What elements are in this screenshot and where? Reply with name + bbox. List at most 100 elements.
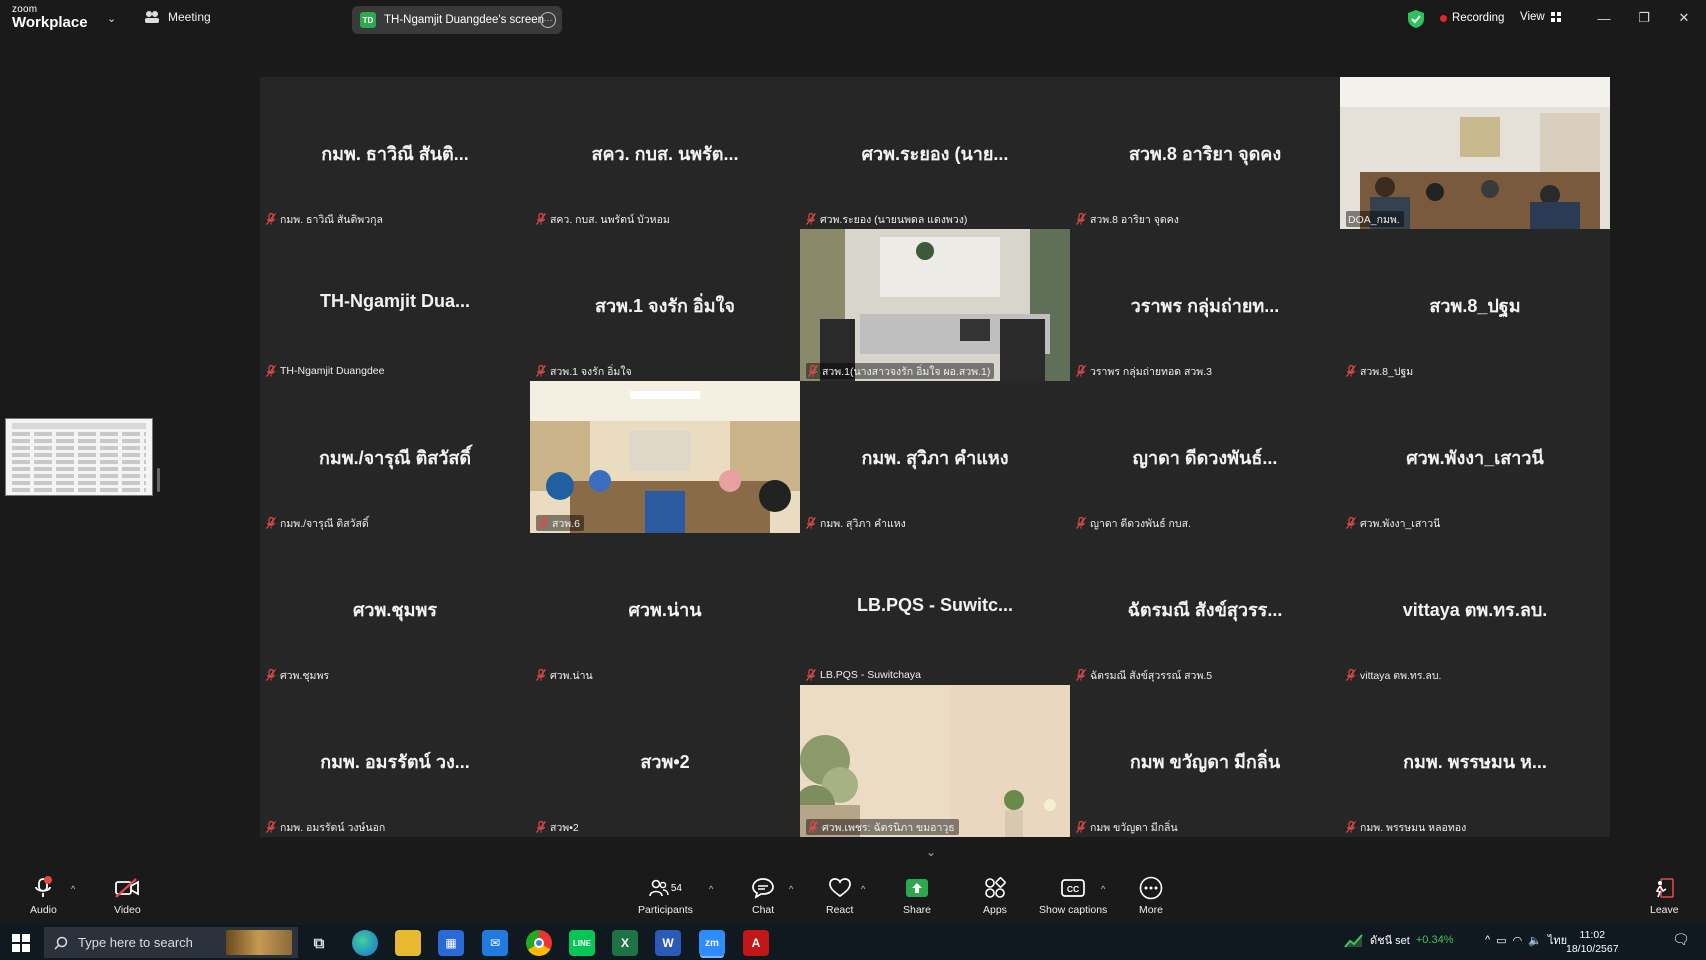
- participant-tile[interactable]: สวพ.8 อาริยา จุดคง สวพ.8 อาริยา จุดคง: [1070, 77, 1340, 229]
- participant-tile[interactable]: กมพ. สุวิภา คำแหง กมพ. สุวิภา คำแหง: [800, 381, 1070, 533]
- zoom-logo[interactable]: zoom Workplace: [12, 5, 88, 31]
- taskbar-search[interactable]: Type here to search: [44, 927, 298, 958]
- chevron-down-icon[interactable]: ⌄: [926, 845, 936, 859]
- participant-tile[interactable]: สวพ.6: [530, 381, 800, 533]
- audio-button[interactable]: Audio: [30, 876, 57, 916]
- video-button[interactable]: Video: [114, 876, 141, 916]
- captions-button[interactable]: CC Show captions: [1039, 876, 1107, 916]
- participant-tile[interactable]: TH-Ngamjit Dua... TH-Ngamjit Duangdee: [260, 229, 530, 381]
- participant-tile[interactable]: ฉัตรมณี สังข์สุวรร... ฉัตรมณี สังข์สุวรรณ…: [1070, 533, 1340, 685]
- stock-change: +0.34%: [1415, 934, 1454, 946]
- stock-widget[interactable]: ดัชนี set +0.34%: [1344, 931, 1453, 949]
- chat-button[interactable]: Chat: [752, 876, 774, 916]
- language-indicator[interactable]: ไทย: [1548, 931, 1567, 949]
- participant-tile[interactable]: ญาดา ดีดวงพันธ์... ญาดา ดีดวงพันธ์ กบส.: [1070, 381, 1340, 533]
- participant-name-label: LB.PQS - Suwitchaya: [806, 667, 925, 683]
- shared-screen-thumbnail[interactable]: [5, 418, 153, 496]
- meeting-menu[interactable]: Meeting: [144, 10, 211, 24]
- participants-caret-icon[interactable]: ^: [709, 884, 713, 894]
- audio-options-caret-icon[interactable]: ^: [71, 884, 75, 894]
- react-caret-icon[interactable]: ^: [861, 884, 865, 894]
- display-icon[interactable]: ▭: [1496, 934, 1506, 947]
- participant-tile[interactable]: วราพร กลุ่มถ่ายท... วราพร กลุ่มถ่ายทอด สว…: [1070, 229, 1340, 381]
- participant-display-name: กมพ ขวัญดา มีกลิ่น: [1129, 752, 1281, 772]
- video-gallery: กมพ. ธาวิณี สันติ... กมพ. ธาวิณี สันติพวก…: [260, 77, 1610, 837]
- participant-label-text: ญาดา ดีดวงพันธ์ กบส.: [1090, 517, 1191, 530]
- edge-icon[interactable]: [352, 930, 378, 956]
- participant-tile[interactable]: สวพ.8_ปฐม สวพ.8_ปฐม: [1340, 229, 1610, 381]
- participant-video: [800, 229, 1070, 381]
- participant-display-name: สวพ.1 จงรัก อิ่มใจ: [595, 296, 735, 316]
- store-icon[interactable]: ▦: [438, 930, 464, 956]
- participant-tile[interactable]: กมพ./จารุณี ติสวัสดิ์ กมพ./จารุณี ติสวัสด…: [260, 381, 530, 533]
- apps-button[interactable]: Apps: [983, 876, 1007, 916]
- microphone-muted-icon: [1076, 517, 1086, 529]
- participant-tile[interactable]: กมพ ขวัญดา มีกลิ่น กมพ ขวัญดา มีกลิ่น: [1070, 685, 1340, 837]
- chevron-up-icon[interactable]: ^: [1485, 934, 1490, 946]
- view-label: View: [1520, 11, 1545, 23]
- participant-tile[interactable]: กมพ. ธาวิณี สันติ... กมพ. ธาวิณี สันติพวก…: [260, 77, 530, 229]
- chat-caret-icon[interactable]: ^: [789, 884, 793, 894]
- participant-tile[interactable]: ศวพ.พังงา_เสาวนี ศวพ.พังงา_เสาวนี: [1340, 381, 1610, 533]
- participant-tile[interactable]: LB.PQS - Suwitc... LB.PQS - Suwitchaya: [800, 533, 1070, 685]
- volume-icon[interactable]: 🔈: [1528, 934, 1542, 947]
- participant-label-text: ศวพ.ระยอง (นายนพดล แดงพวง): [820, 213, 968, 226]
- microphone-muted-icon: [1076, 821, 1086, 833]
- participant-tile[interactable]: สวพ.1 จงรัก อิ่มใจ สวพ.1 จงรัก อิ่มใจ: [530, 229, 800, 381]
- line-icon[interactable]: LINE: [569, 930, 595, 956]
- microphone-muted-icon: [1076, 669, 1086, 681]
- zoom-icon[interactable]: zm: [699, 930, 725, 956]
- minimize-icon[interactable]: —: [1589, 8, 1619, 28]
- wifi-icon[interactable]: ◠: [1513, 934, 1523, 947]
- participant-display-name: ศวพ.น่าน: [628, 600, 702, 620]
- recording-indicator[interactable]: Recording: [1440, 12, 1504, 24]
- participant-display-name: ศวพ.ชุมพร: [352, 600, 437, 620]
- participant-name-label: TH-Ngamjit Duangdee: [266, 363, 388, 379]
- share-button[interactable]: Share: [903, 876, 931, 916]
- screen-share-tab[interactable]: TD TH-Ngamjit Duangdee's screen ···: [352, 6, 562, 34]
- participant-tile[interactable]: สคว. กบส. นพรัต... สคว. กบส. นพรัตน์ บัวห…: [530, 77, 800, 229]
- participant-tile[interactable]: สวพ•2 สวพ•2: [530, 685, 800, 837]
- chevron-down-icon[interactable]: ⌄: [107, 12, 116, 25]
- leave-button[interactable]: Leave: [1650, 876, 1679, 916]
- recording-label: Recording: [1452, 12, 1505, 24]
- notifications-icon[interactable]: 🗨: [1672, 931, 1690, 948]
- windows-start-icon[interactable]: [12, 934, 30, 952]
- mail-icon[interactable]: ✉: [482, 930, 508, 956]
- participant-label-text: สวพ.1(นางสาวจงรัก อิ่มใจ ผอ.สวพ.1): [822, 365, 991, 378]
- participant-tile[interactable]: กมพ. พรรษมน ห... กมพ. พรรษมน หลอทอง: [1340, 685, 1610, 837]
- stock-label: ดัชนี set: [1370, 935, 1410, 947]
- word-icon[interactable]: W: [655, 930, 681, 956]
- shield-check-icon[interactable]: [1408, 10, 1424, 28]
- zoom-window: zoom Workplace ⌄ Meeting TD TH-Ngamjit D…: [0, 0, 1706, 960]
- thumbnail-resize-handle[interactable]: [157, 468, 160, 492]
- restore-icon[interactable]: ❐: [1629, 8, 1659, 28]
- participant-tile[interactable]: ศวพ.ชุมพร ศวพ.ชุมพร: [260, 533, 530, 685]
- participant-tile[interactable]: ศวพ.น่าน ศวพ.น่าน: [530, 533, 800, 685]
- excel-icon[interactable]: X: [612, 930, 638, 956]
- taskbar-clock[interactable]: 11:02 18/10/2567: [1566, 928, 1619, 956]
- more-options-icon[interactable]: ···: [540, 12, 556, 28]
- acrobat-icon[interactable]: A: [743, 930, 769, 956]
- chrome-icon[interactable]: [526, 930, 552, 956]
- close-icon[interactable]: ✕: [1669, 8, 1699, 28]
- participant-tile[interactable]: ศวพ.ระยอง (นาย... ศวพ.ระยอง (นายนพดล แดงพ…: [800, 77, 1070, 229]
- view-button[interactable]: View: [1520, 11, 1561, 23]
- microphone-muted-icon: [536, 213, 546, 225]
- microphone-muted-icon: [1076, 213, 1086, 225]
- participant-tile[interactable]: กมพ. อมรรัตน์ วง... กมพ. อมรรัตน์ วงษ์นอก: [260, 685, 530, 837]
- participant-tile[interactable]: ศวพ.เพชร: ฉัตรนิภา ขมอาวุธ: [800, 685, 1070, 837]
- captions-caret-icon[interactable]: ^: [1101, 884, 1105, 894]
- more-button[interactable]: More: [1139, 876, 1163, 916]
- react-button[interactable]: React: [826, 876, 853, 916]
- system-tray[interactable]: ^ ▭ ◠ 🔈 ไทย: [1485, 931, 1567, 949]
- participants-button[interactable]: 54 Participants: [638, 876, 693, 916]
- task-view-icon[interactable]: ⧉: [306, 930, 332, 956]
- file-explorer-icon[interactable]: [395, 930, 421, 956]
- search-highlight-image: [226, 930, 292, 955]
- participant-label-text: สคว. กบส. นพรัตน์ บัวหอม: [550, 213, 670, 226]
- search-placeholder: Type here to search: [78, 935, 193, 950]
- participant-tile[interactable]: vittaya ตพ.ทร.ลบ. vittaya ตพ.ทร.ลบ.: [1340, 533, 1610, 685]
- participant-tile[interactable]: DOA_กมพ.: [1340, 77, 1610, 229]
- participant-tile[interactable]: สวพ.1(นางสาวจงรัก อิ่มใจ ผอ.สวพ.1): [800, 229, 1070, 381]
